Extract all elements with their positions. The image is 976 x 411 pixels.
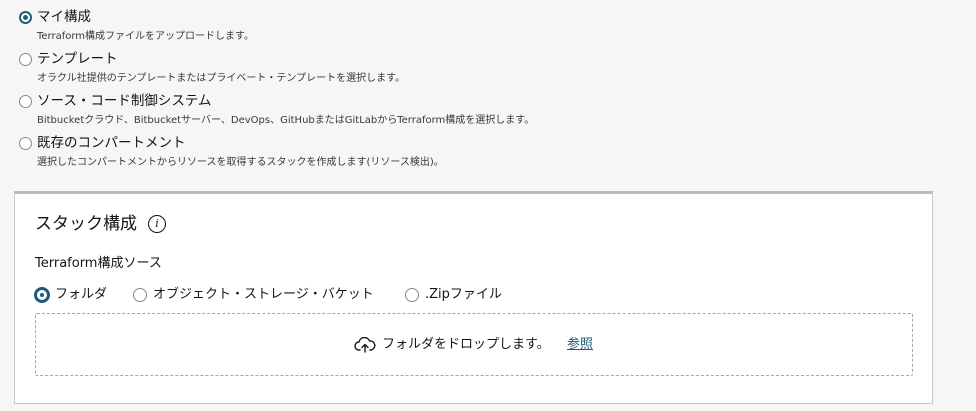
radio-folder[interactable] xyxy=(35,288,49,302)
option-existing-compartment[interactable]: 既存のコンパートメント 選択したコンパートメントからリソースを取得するスタックを… xyxy=(18,134,918,176)
config-source-options: マイ構成 Terraform構成ファイルをアップロードします。 テンプレート オ… xyxy=(18,8,918,176)
panel-title: スタック構成 xyxy=(35,214,137,234)
option-label[interactable]: マイ構成 xyxy=(37,9,91,26)
source-option-label[interactable]: フォルダ xyxy=(55,286,107,303)
terraform-source-label: Terraform構成ソース xyxy=(35,256,162,271)
option-source-code-control[interactable]: ソース・コード制御システム Bitbucketクラウド、Bitbucketサーバ… xyxy=(18,92,918,134)
option-description: 選択したコンパートメントからリソースを取得するスタックを作成します(リソース検出… xyxy=(37,157,444,168)
radio-my-configuration[interactable] xyxy=(19,11,32,24)
option-label[interactable]: 既存のコンパートメント xyxy=(37,135,186,152)
option-label[interactable]: ソース・コード制御システム xyxy=(37,93,211,110)
browse-link[interactable]: 参照 xyxy=(567,336,593,353)
cloud-upload-icon xyxy=(354,337,376,353)
option-description: Bitbucketクラウド、Bitbucketサーバー、DevOps、GitHu… xyxy=(37,115,535,126)
radio-object-storage-bucket[interactable] xyxy=(133,288,147,302)
dropzone-text: フォルダをドロップします。 xyxy=(382,337,550,352)
radio-zip-file[interactable] xyxy=(405,288,419,302)
source-option-label[interactable]: .Zipファイル xyxy=(425,286,502,303)
radio-template[interactable] xyxy=(19,53,32,66)
radio-source-code-control[interactable] xyxy=(19,95,32,108)
source-option-label[interactable]: オブジェクト・ストレージ・バケット xyxy=(153,286,374,303)
option-description: Terraform構成ファイルをアップロードします。 xyxy=(37,31,255,42)
stack-configuration-panel: スタック構成 i Terraform構成ソース フォルダ オブジェクト・ストレー… xyxy=(14,191,933,404)
info-icon[interactable]: i xyxy=(148,215,166,233)
radio-existing-compartment[interactable] xyxy=(19,137,32,150)
option-label[interactable]: テンプレート xyxy=(37,51,118,68)
option-description: オラクル社提供のテンプレートまたはプライベート・テンプレートを選択します。 xyxy=(37,73,406,84)
option-my-configuration[interactable]: マイ構成 Terraform構成ファイルをアップロードします。 xyxy=(18,8,918,50)
option-template[interactable]: テンプレート オラクル社提供のテンプレートまたはプライベート・テンプレートを選択… xyxy=(18,50,918,92)
folder-dropzone[interactable]: フォルダをドロップします。 参照 xyxy=(35,313,913,376)
